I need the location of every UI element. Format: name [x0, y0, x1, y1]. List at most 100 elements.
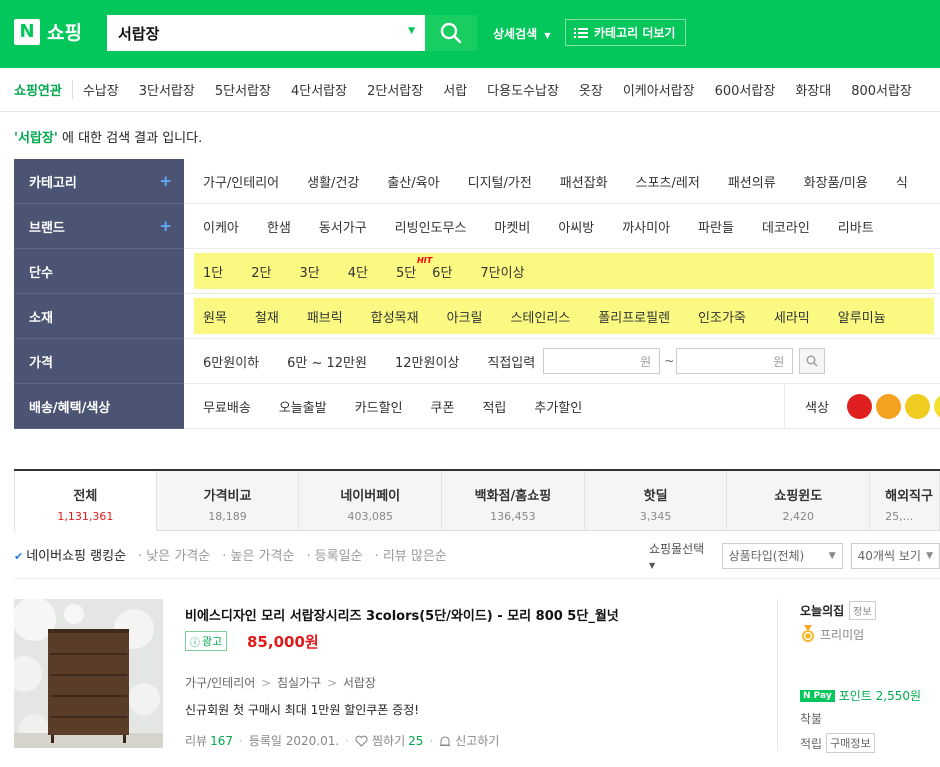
category-link[interactable]: 서랍장 [343, 676, 376, 690]
filter-option[interactable]: 12만원이상 [395, 352, 459, 371]
filter-option[interactable]: 1단 [203, 262, 223, 281]
filter-option[interactable]: 알루미늄 [838, 307, 886, 326]
filter-option[interactable]: 폴리프로필렌 [598, 307, 670, 326]
tab-shopping-window[interactable]: 쇼핑윈도 2,420 [727, 471, 871, 531]
related-keyword[interactable]: 다용도수납장 [487, 80, 559, 99]
related-keyword[interactable]: 옷장 [579, 80, 603, 99]
filter-option[interactable]: 4단 [348, 262, 368, 281]
category-more-button[interactable]: 카테고리 더보기 [565, 19, 686, 46]
related-keyword[interactable]: 800서랍장 [851, 80, 912, 99]
price-search-button[interactable] [799, 348, 826, 374]
price-min-input[interactable]: 원 [543, 348, 661, 374]
filter-option[interactable]: 2단 [251, 262, 271, 281]
filter-option[interactable]: 리바트 [838, 217, 874, 236]
filter-option[interactable]: 스포츠/레저 [636, 172, 700, 191]
per-page-select[interactable]: 40개씩 보기 ▼ [850, 542, 940, 569]
filter-option[interactable]: 패션잡화 [560, 172, 608, 191]
tab-overseas[interactable]: 해외직구 25,... [870, 471, 940, 531]
tab-price-compare[interactable]: 가격비교 18,189 [156, 471, 300, 531]
filter-option[interactable]: 추가할인 [534, 397, 582, 416]
search-button[interactable] [425, 15, 477, 51]
filter-option[interactable]: 이케아 [203, 217, 239, 236]
filter-option[interactable]: 철재 [255, 307, 279, 326]
filter-option[interactable]: 디지털/가전 [468, 172, 532, 191]
filter-option[interactable]: 3단 [299, 262, 319, 281]
report-button[interactable]: 신고하기 [439, 732, 499, 749]
filter-option[interactable]: 쿠폰 [431, 397, 455, 416]
filter-option[interactable]: 아씨방 [558, 217, 594, 236]
product-title-link[interactable]: 비에스디자인 모리 서랍장시리즈 3colors(5단/와이드) - 모리 80… [185, 605, 619, 624]
filter-option[interactable]: 패션의류 [728, 172, 776, 191]
search-input[interactable] [118, 24, 398, 42]
filter-option[interactable]: 6단 [432, 262, 452, 281]
color-swatch-orange[interactable] [876, 394, 901, 419]
related-keyword[interactable]: 수납장 [83, 80, 119, 99]
filter-option[interactable]: 한샘 [267, 217, 291, 236]
related-keyword[interactable]: 화장대 [795, 80, 831, 99]
filter-option[interactable]: 스테인리스 [510, 307, 570, 326]
category-link[interactable]: 침실가구 [277, 676, 321, 690]
sort-option-date[interactable]: · 등록일순 [306, 545, 362, 564]
mall-select-button[interactable]: 쇼핑몰선택 ▼ [649, 540, 714, 571]
wish-button[interactable]: 찜하기 25 [355, 732, 423, 749]
filter-label-brand[interactable]: 브랜드 + [14, 204, 184, 249]
naver-shopping-logo[interactable]: N 쇼핑 [14, 18, 82, 45]
related-keyword[interactable]: 이케아서랍장 [623, 80, 695, 99]
shop-info-button[interactable]: 정보 [849, 601, 876, 620]
review-link[interactable]: 리뷰 167 [185, 732, 233, 749]
related-keyword[interactable]: 5단서랍장 [215, 80, 271, 99]
filter-option[interactable]: 식 [896, 172, 908, 191]
related-keyword[interactable]: 서랍 [443, 80, 467, 99]
tab-naverpay[interactable]: 네이버페이 403,085 [299, 471, 443, 531]
tab-hotdeal[interactable]: 핫딜 3,345 [584, 471, 728, 531]
filter-option[interactable]: 출산/육아 [387, 172, 439, 191]
detail-search-button[interactable]: 상세검색 ▼ [493, 25, 551, 42]
tab-department-store[interactable]: 백화점/홈쇼핑 136,453 [442, 471, 585, 531]
autocomplete-toggle-icon[interactable]: ▼ [408, 26, 415, 36]
filter-option[interactable]: 패브릭 [307, 307, 343, 326]
sort-option-low-price[interactable]: · 낮은 가격순 [138, 545, 210, 564]
related-keyword[interactable]: 2단서랍장 [367, 80, 423, 99]
filter-option[interactable]: 합성목재 [371, 307, 419, 326]
purchase-info-button[interactable]: 구매정보 [826, 733, 875, 753]
sort-option-reviews[interactable]: · 리뷰 많은순 [375, 545, 447, 564]
ad-badge[interactable]: ⓘ 광고 [185, 631, 228, 651]
filter-option[interactable]: 카드할인 [355, 397, 403, 416]
filter-option[interactable]: 파란들 [698, 217, 734, 236]
related-keyword[interactable]: 4단서랍장 [291, 80, 347, 99]
color-swatch-red[interactable] [847, 394, 872, 419]
color-swatch-yellow[interactable] [905, 394, 930, 419]
filter-option[interactable]: 6만원이하 [203, 352, 259, 371]
filter-option[interactable]: 아크릴 [447, 307, 483, 326]
filter-option[interactable]: 까사미아 [622, 217, 670, 236]
filter-option[interactable]: 세라믹 [774, 307, 810, 326]
category-link[interactable]: 가구/인테리어 [185, 676, 255, 690]
filter-option[interactable]: 무료배송 [203, 397, 251, 416]
filter-option[interactable]: 마켓비 [494, 217, 530, 236]
filter-option[interactable]: 원목 [203, 307, 227, 326]
product-image[interactable] [14, 599, 163, 748]
filter-option[interactable]: 리빙인도무스 [395, 217, 467, 236]
filter-label-category[interactable]: 카테고리 + [14, 159, 184, 204]
tab-all[interactable]: 전체 1,131,361 [14, 471, 157, 531]
plus-icon[interactable]: + [159, 172, 172, 190]
filter-option[interactable]: 데코라인 [762, 217, 810, 236]
filter-option[interactable]: 오늘출발 [279, 397, 327, 416]
filter-option[interactable]: 인조가죽 [698, 307, 746, 326]
price-max-input[interactable]: 원 [676, 348, 794, 374]
filter-option[interactable]: 생활/건강 [307, 172, 359, 191]
filter-option[interactable]: 7단이상 [480, 262, 524, 281]
related-keyword[interactable]: 3단서랍장 [139, 80, 195, 99]
filter-option[interactable]: 화장품/미용 [804, 172, 868, 191]
filter-option[interactable]: 동서가구 [319, 217, 367, 236]
filter-option-5tier[interactable]: 5단 HIT [396, 256, 432, 281]
filter-option[interactable]: 6만 ~ 12만원 [287, 352, 367, 371]
product-type-select[interactable]: 상품타입(전체) ▼ [721, 542, 843, 569]
filter-option[interactable]: 가구/인테리어 [203, 172, 279, 191]
filter-option[interactable]: 적립 [482, 397, 506, 416]
shop-name-link[interactable]: 오늘의집 정보 [800, 601, 876, 620]
plus-icon[interactable]: + [159, 217, 172, 235]
sort-option-high-price[interactable]: · 높은 가격순 [222, 545, 294, 564]
sort-option-ranking[interactable]: ✔ 네이버쇼핑 랭킹순 [14, 545, 126, 564]
related-keyword[interactable]: 600서랍장 [715, 80, 776, 99]
